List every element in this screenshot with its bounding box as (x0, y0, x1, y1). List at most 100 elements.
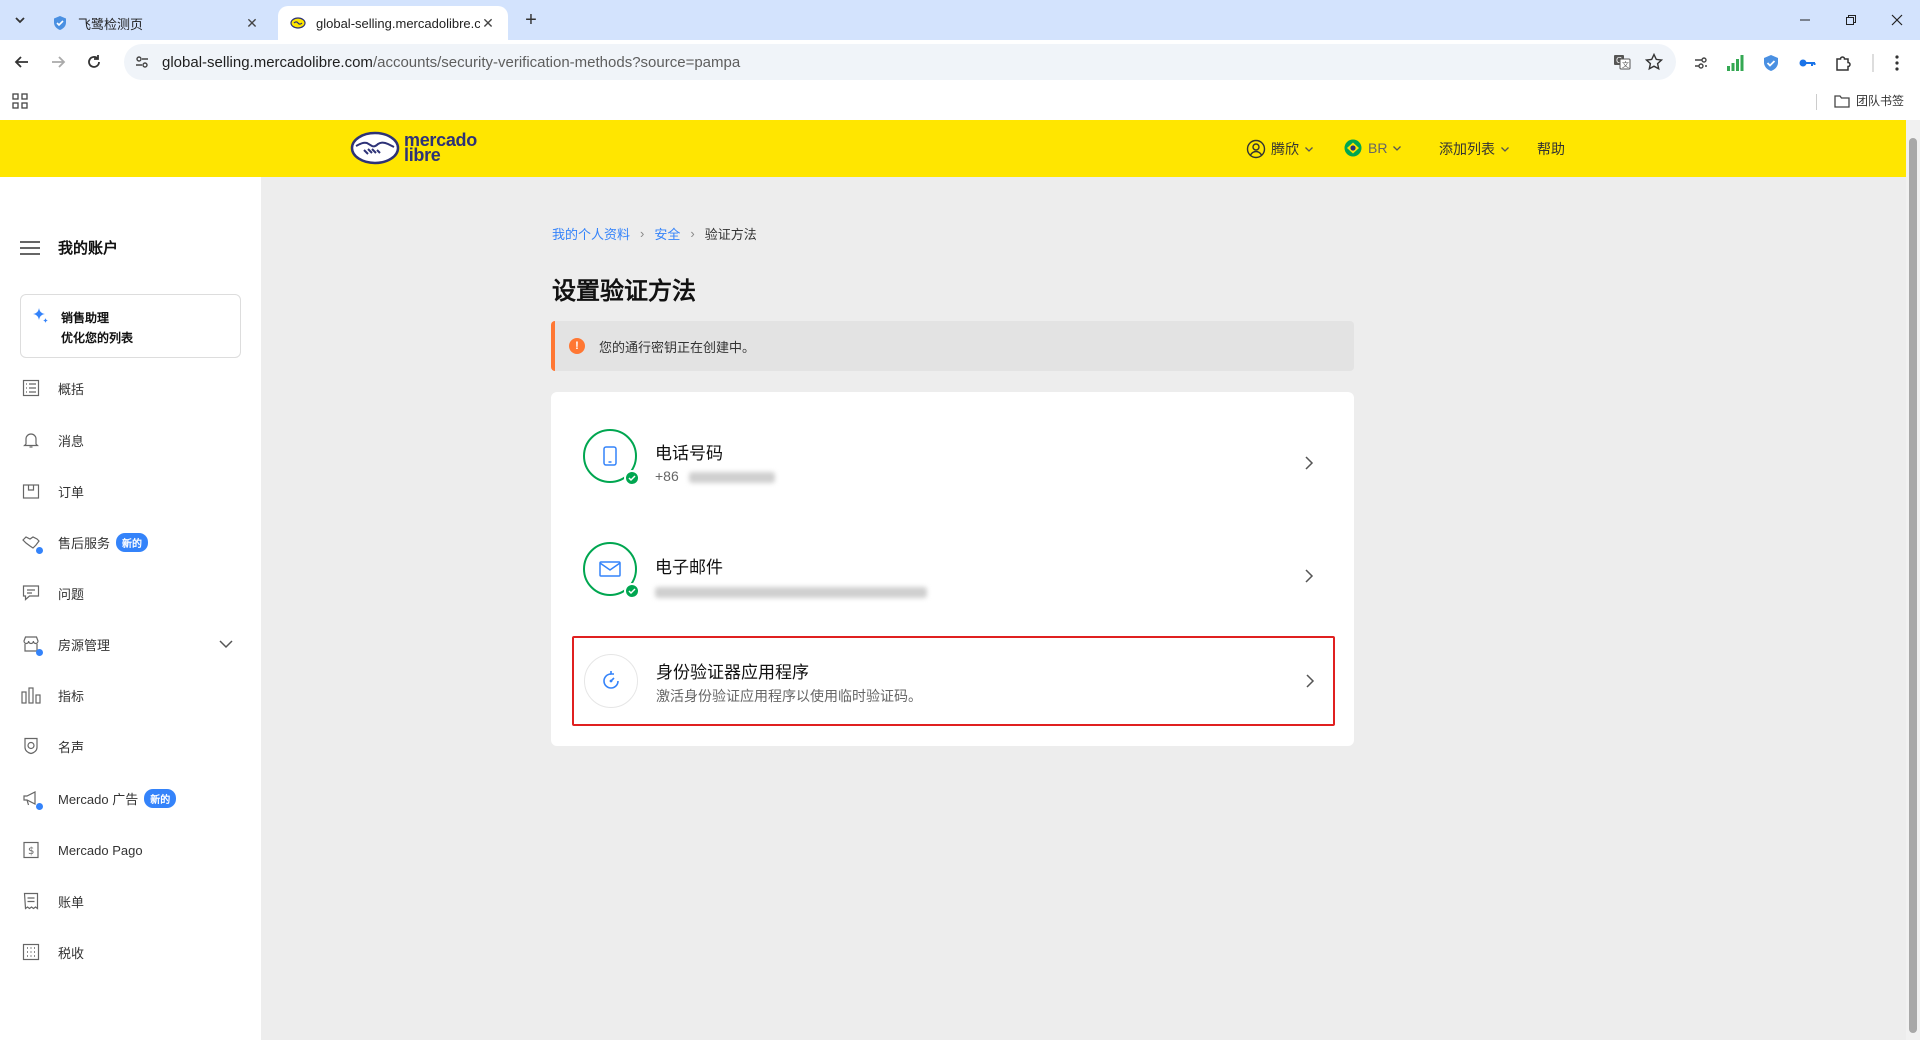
bookmark-separator (1816, 94, 1817, 110)
bookmark-folder[interactable]: 团队书签 (1834, 92, 1904, 109)
browser-tab-1[interactable]: 飞鹭检测页 ✕ (40, 6, 272, 40)
url-text: global-selling.mercadolibre.com/accounts… (162, 53, 741, 71)
new-badge: 新的 (144, 788, 177, 808)
reload-icon (88, 55, 100, 68)
sidebar-item-reputation[interactable]: 名声 (20, 731, 240, 761)
sidebar-item-metrics[interactable]: 指标 (20, 680, 240, 710)
browser-tab-bar: 飞鹭检测页 ✕ global-selling.mercadolibre.com … (0, 0, 1920, 40)
sidebar-item-messages[interactable]: 消息 (20, 425, 240, 455)
sidebar-item-label: 售后服务 (58, 535, 111, 551)
box-icon (20, 480, 42, 502)
bar-chart-icon (20, 684, 42, 706)
browser-toolbar: global-selling.mercadolibre.com/accounts… (0, 40, 1920, 84)
star-icon[interactable] (1644, 52, 1664, 72)
close-icon[interactable]: ✕ (244, 15, 260, 31)
browser-tab-2[interactable]: global-selling.mercadolibre.com ✕ (278, 6, 508, 40)
phone-method-row[interactable]: 电话号码 +86 (551, 412, 1354, 512)
help-link[interactable]: 帮助 (1537, 139, 1565, 159)
site-info-icon[interactable] (132, 52, 152, 72)
sales-assistant-card[interactable]: 销售助理 优化您的列表 (20, 294, 241, 358)
help-label: 帮助 (1537, 141, 1565, 157)
sidebar-title: 我的账户 (58, 240, 119, 257)
chevron-down-icon[interactable] (218, 636, 234, 652)
translate-icon[interactable]: G文 (1612, 52, 1632, 72)
sidebar-item-overview[interactable]: 概括 (20, 373, 240, 403)
method-title: 电话号码 (655, 444, 723, 463)
sidebar-item-label: 问题 (58, 586, 85, 602)
chevron-right-icon: › (690, 226, 695, 241)
scrollbar-thumb[interactable] (1909, 138, 1917, 1033)
arrow-left-icon (14, 56, 28, 68)
sidebar-item-questions[interactable]: 问题 (20, 578, 240, 608)
tab-title: 飞鹭检测页 (78, 16, 144, 32)
sidebar-item-after-sales[interactable]: 售后服务 新的 (20, 527, 240, 557)
svg-text:文: 文 (1622, 60, 1629, 69)
authenticator-method-row[interactable]: 身份验证器应用程序 激活身份验证应用程序以使用临时验证码。 (572, 636, 1335, 726)
receipt-icon (20, 890, 42, 912)
verified-check-icon (624, 470, 640, 486)
kebab-menu-icon[interactable] (1886, 52, 1908, 74)
sidebar-item-orders[interactable]: 订单 (20, 476, 240, 506)
breadcrumb-profile-link[interactable]: 我的个人资料 (552, 224, 630, 243)
chevron-right-icon (1306, 674, 1315, 688)
key-icon[interactable] (1796, 52, 1818, 74)
forward-button[interactable] (46, 50, 70, 74)
apps-grid-icon[interactable] (12, 93, 28, 109)
minimize-icon (1800, 19, 1810, 21)
sidebar-item-mercado-ads[interactable]: Mercado 广告 新的 (20, 783, 240, 813)
sidebar-item-listings[interactable]: 房源管理 (20, 629, 240, 659)
toolbar-separator (1872, 54, 1874, 72)
reload-button[interactable] (82, 50, 106, 74)
sidebar-item-label: 订单 (58, 484, 85, 500)
sidebar-item-label: 税收 (58, 945, 85, 961)
extensions-puzzle-icon[interactable] (1832, 52, 1854, 74)
sidebar-item-mercado-pago[interactable]: $ Mercado Pago (20, 835, 240, 865)
assistant-title: 销售助理 (61, 311, 110, 325)
passkey-alert: ! 您的通行密钥正在创建中。 (551, 321, 1354, 371)
brazil-flag-icon (1344, 139, 1362, 157)
hamburger-menu-icon[interactable] (20, 240, 40, 255)
sidebar-item-label: Mercado Pago (58, 842, 143, 858)
country-selector[interactable]: BR (1344, 139, 1402, 157)
method-title: 身份验证器应用程序 (656, 663, 809, 682)
back-button[interactable] (10, 50, 34, 74)
email-method-row[interactable]: 电子邮件 (551, 525, 1354, 625)
close-window-button[interactable] (1874, 0, 1920, 40)
close-icon (1891, 14, 1903, 26)
handshake-logo-icon (350, 131, 400, 165)
mercadolibre-logo[interactable]: mercado libre (350, 130, 477, 166)
close-icon[interactable]: ✕ (480, 15, 496, 31)
sidebar-item-billing[interactable]: 账单 (20, 886, 240, 916)
tab-search-button[interactable] (8, 8, 32, 32)
sidebar-item-label: 指标 (58, 688, 85, 704)
shield-extension-icon[interactable] (1760, 52, 1782, 74)
sidebar-item-label: 账单 (58, 894, 85, 910)
verification-methods-card: 电话号码 +86 电子邮件 身份验证器应用程序 激活身份验证应用程序以使用临时验… (551, 392, 1354, 746)
minimize-button[interactable] (1782, 0, 1828, 40)
chat-icon (20, 582, 42, 604)
method-subtitle (655, 583, 927, 599)
signal-bars-icon[interactable] (1724, 52, 1746, 74)
user-menu[interactable]: 腾欣 (1246, 139, 1314, 159)
address-bar[interactable]: global-selling.mercadolibre.com/accounts… (124, 44, 1676, 80)
add-list-menu[interactable]: 添加列表 (1439, 139, 1510, 159)
authenticator-icon-circle (584, 654, 638, 708)
dollar-icon: $ (20, 839, 42, 861)
page-scrollbar[interactable] (1906, 120, 1920, 1040)
restore-button[interactable] (1828, 0, 1874, 40)
sidebar-item-label: Mercado 广告 (58, 791, 139, 807)
chevron-right-icon (1305, 456, 1314, 470)
handshake-icon (20, 531, 43, 554)
sidebar-item-taxes[interactable]: 税收 (20, 937, 240, 967)
breadcrumb-security-link[interactable]: 安全 (654, 224, 680, 243)
envelope-icon (599, 561, 621, 577)
bookmarks-bar: 团队书签 (0, 84, 1920, 120)
sidebar: 我的账户 销售助理 优化您的列表 概括 消息 订单 售后服务 新的 问题 房源管… (0, 177, 261, 1040)
sidebar-header: 我的账户 (20, 237, 118, 258)
extension-tune-icon[interactable] (1690, 52, 1712, 74)
restore-icon (1846, 15, 1856, 25)
new-tab-button[interactable]: + (520, 9, 542, 31)
list-icon (20, 377, 42, 399)
folder-icon (1834, 94, 1850, 108)
svg-text:$: $ (28, 846, 34, 857)
